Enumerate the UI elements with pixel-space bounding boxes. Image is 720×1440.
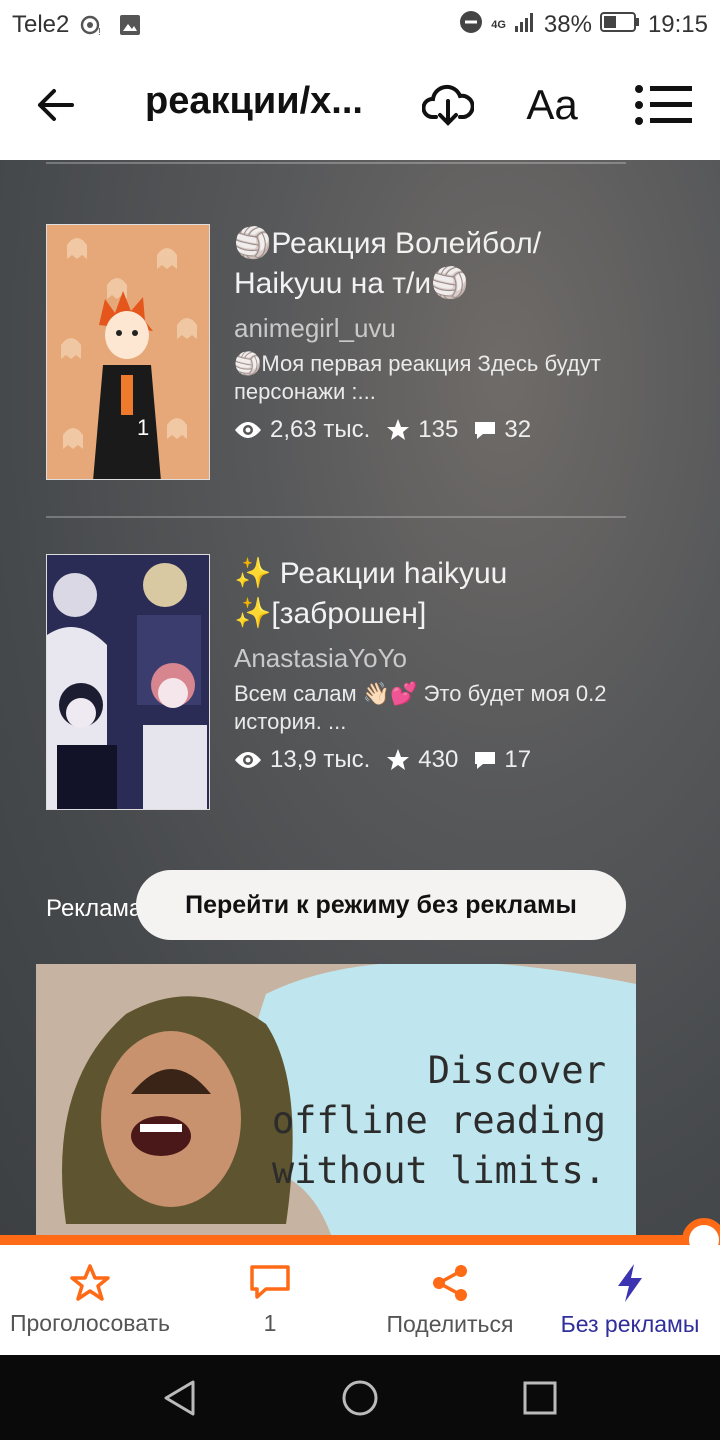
comments-count: 17 (504, 746, 532, 773)
ad-text-line: Discover (427, 1049, 606, 1092)
download-icon (422, 84, 474, 126)
story-description: 🏐Моя первая реакция Здесь будут персонаж… (234, 351, 601, 404)
share-button[interactable]: Поделиться (360, 1245, 540, 1355)
comments-count: 1 (263, 1309, 277, 1336)
app-bar: реакции/х... Aa (0, 50, 720, 160)
no-ads-button[interactable]: Без рекламы (540, 1245, 720, 1355)
views-count: 2,63 тыс. (270, 416, 371, 443)
battery-icon (599, 11, 640, 40)
system-nav-bar (0, 1355, 720, 1440)
svg-text:1: 1 (137, 415, 149, 440)
nav-back-button[interactable] (155, 1373, 205, 1423)
circle-home-icon (342, 1380, 378, 1415)
battery-percent: 38% (543, 11, 592, 38)
font-settings-button[interactable]: Aa (520, 78, 584, 132)
nav-home-button[interactable] (335, 1373, 385, 1423)
story-cover-image (46, 554, 210, 810)
comment-icon (475, 422, 496, 439)
story-author[interactable]: animegirl_uvu (234, 312, 626, 344)
hotspot-icon: ! (79, 12, 105, 38)
divider (46, 516, 626, 518)
story-cover-image: 1 (46, 224, 210, 480)
recommendations-area: 1 🏐Реакция Волейбол/ Haikyuu на т/и🏐 ani… (0, 160, 720, 1240)
story-stats: 2,63 тыс. 135 32 (234, 416, 626, 444)
star-outline-icon (70, 1263, 110, 1301)
download-button[interactable] (420, 80, 476, 130)
comments-count: 32 (504, 416, 532, 443)
ad-banner[interactable]: Discover offline reading without limits. (36, 964, 636, 1240)
comment-icon (475, 752, 496, 769)
chapters-menu-button[interactable] (632, 80, 694, 130)
eye-icon (235, 422, 261, 438)
story-title: реакции/х... (145, 80, 363, 122)
star-icon (387, 749, 410, 770)
story-card[interactable]: 1 🏐Реакция Волейбол/ Haikyuu на т/и🏐 ani… (46, 224, 626, 484)
square-recents-icon (523, 1381, 557, 1414)
votes-count: 430 (418, 746, 459, 773)
views-count: 13,9 тыс. (270, 746, 371, 773)
share-label: Поделиться (386, 1310, 514, 1337)
reading-progress-bar[interactable] (0, 1235, 720, 1245)
ad-text-line: offline reading (271, 1099, 606, 1142)
story-stats: 13,9 тыс. 430 17 (234, 746, 626, 774)
comments-button[interactable]: 1 (180, 1245, 360, 1355)
gallery-icon (117, 12, 143, 38)
back-arrow-icon (38, 89, 74, 121)
clock: 19:15 (647, 11, 708, 38)
bottom-toolbar: Проголосовать 1 Поделиться Без рекламы (0, 1245, 720, 1355)
back-button[interactable] (30, 82, 82, 128)
ad-free-mode-button[interactable]: Перейти к режиму без рекламы (136, 870, 626, 940)
ad-label: Реклама (46, 895, 143, 922)
story-author[interactable]: AnastasiaYoYo (234, 642, 626, 674)
dnd-icon (459, 10, 483, 41)
vote-label: Проголосовать (9, 1309, 171, 1336)
status-bar: Tele2 ! 4G 38% 19:15 (0, 0, 720, 50)
ad-text-line: without limits. (271, 1149, 606, 1192)
nav-recents-button[interactable] (515, 1373, 565, 1423)
story-title: 🏐Реакция Волейбол/ Haikyuu на т/и🏐 (234, 227, 542, 300)
signal-icon (514, 11, 536, 40)
story-title: ✨ Реакции haikyuu ✨[заброшен] (234, 557, 508, 630)
story-card[interactable]: ✨ Реакции haikyuu ✨[заброшен] AnastasiaY… (46, 554, 626, 814)
carrier-name: Tele2 (12, 11, 70, 38)
eye-icon (235, 752, 261, 768)
list-menu-icon (635, 85, 692, 125)
ad-text: Discover offline reading without limits. (272, 1046, 606, 1196)
no-ads-label: Без рекламы (560, 1310, 700, 1337)
vote-button[interactable]: Проголосовать (0, 1245, 180, 1355)
story-description: Всем салам 👋🏻💕 Это будет моя 0.2 история… (234, 681, 607, 734)
svg-text:!: ! (98, 27, 101, 37)
comment-outline-icon (250, 1264, 290, 1299)
lightning-icon (618, 1263, 642, 1302)
triangle-back-icon (164, 1380, 195, 1415)
share-icon (433, 1264, 467, 1301)
star-icon (387, 419, 410, 440)
divider (46, 162, 626, 164)
votes-count: 135 (418, 416, 459, 443)
network-type: 4G (491, 18, 506, 31)
